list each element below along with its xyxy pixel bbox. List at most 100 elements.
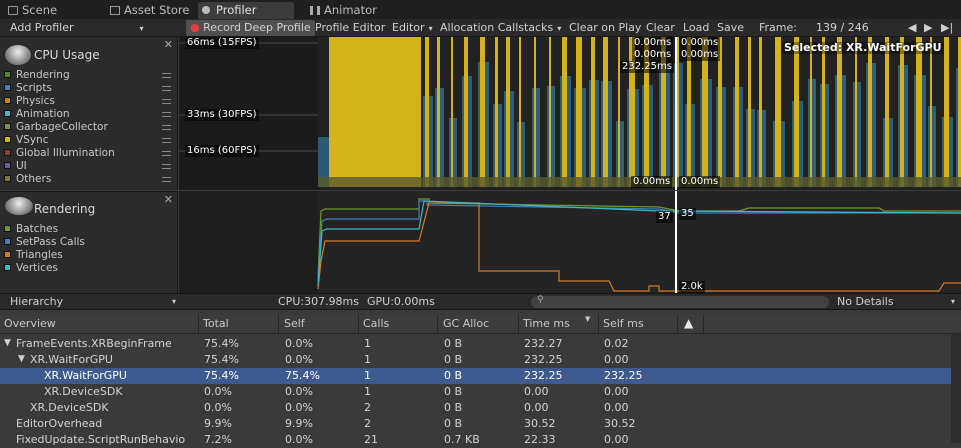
vertical-scrollbar[interactable] bbox=[951, 334, 961, 443]
cpu-gauge-icon bbox=[5, 45, 31, 65]
drag-handle-icon[interactable] bbox=[162, 164, 171, 169]
legend-item[interactable]: Vertices bbox=[4, 262, 58, 275]
search-input[interactable]: ⚲ bbox=[531, 295, 829, 308]
legend-swatch[interactable] bbox=[4, 175, 11, 182]
expand-arrow-icon[interactable]: ▼ bbox=[4, 338, 11, 348]
legend-swatch[interactable] bbox=[4, 149, 11, 156]
legend-item[interactable]: Others bbox=[4, 173, 51, 186]
table-row[interactable]: EditorOverhead 9.9% 9.9% 2 0 B 30.52 30.52 bbox=[0, 416, 951, 432]
details-dropdown[interactable]: No Details ▾ bbox=[833, 294, 961, 310]
close-icon[interactable]: ✕ bbox=[164, 193, 173, 206]
close-icon[interactable]: ✕ bbox=[164, 38, 173, 51]
editor-dropdown[interactable]: Editor ▾ bbox=[388, 20, 437, 36]
legend-item[interactable]: Rendering bbox=[4, 69, 70, 82]
table-row[interactable]: XR.WaitForGPU 75.4% 75.4% 1 0 B 232.25 232.25 bbox=[0, 368, 951, 384]
cpu-usage-graph[interactable]: 66ms (15FPS) 33ms (30FPS) 16ms (60FPS) 0… bbox=[179, 37, 961, 190]
legend-swatch[interactable] bbox=[4, 84, 11, 91]
view-mode-dropdown[interactable]: Hierarchy ▾ bbox=[6, 294, 178, 310]
legend-item[interactable]: Batches bbox=[4, 223, 58, 236]
tab-profiler[interactable]: Profiler bbox=[198, 2, 294, 19]
row-gc-cell: 0 B bbox=[444, 353, 463, 366]
drag-handle-icon[interactable] bbox=[162, 73, 171, 78]
tab-scene[interactable]: Scene bbox=[4, 2, 63, 19]
add-profiler-label: Add Profiler bbox=[10, 21, 74, 34]
clear-on-play-button[interactable]: Clear on Play bbox=[565, 20, 645, 36]
drag-handle-icon[interactable] bbox=[162, 86, 171, 91]
add-profiler-dropdown[interactable]: Add Profiler ▾ bbox=[6, 20, 148, 36]
column-time-ms[interactable]: Time ms bbox=[523, 317, 570, 332]
load-button[interactable]: Load bbox=[679, 20, 713, 36]
current-frame-button[interactable]: ▶| bbox=[937, 20, 957, 36]
column-self-ms[interactable]: Self ms bbox=[603, 317, 644, 332]
column-divider[interactable] bbox=[437, 315, 438, 334]
legend-swatch[interactable] bbox=[4, 238, 11, 245]
column-total[interactable]: Total bbox=[203, 317, 229, 332]
profile-editor-button[interactable]: Profile Editor bbox=[311, 20, 389, 36]
drag-handle-icon[interactable] bbox=[162, 177, 171, 182]
legend-swatch[interactable] bbox=[4, 136, 11, 143]
legend-item[interactable]: UI bbox=[4, 160, 27, 173]
column-overview[interactable]: Overview bbox=[4, 317, 56, 332]
column-gc-alloc[interactable]: GC Alloc bbox=[443, 317, 489, 332]
view-mode-label: Hierarchy bbox=[10, 295, 64, 308]
row-selfms-cell: 232.25 bbox=[604, 369, 643, 382]
cpu-usage-panel[interactable]: ✕ CPU Usage Rendering Scripts Physics Anima… bbox=[0, 37, 178, 190]
table-row[interactable]: XR.DeviceSDK 0.0% 0.0% 1 0 B 0.00 0.00 bbox=[0, 384, 951, 400]
column-divider[interactable] bbox=[518, 315, 519, 334]
warning-column-icon[interactable]: ▲ bbox=[684, 316, 693, 331]
table-row[interactable]: XR.DeviceSDK 0.0% 0.0% 2 0 B 0.00 0.00 bbox=[0, 400, 951, 416]
allocation-callstacks-dropdown[interactable]: Allocation Callstacks ▾ bbox=[436, 20, 565, 36]
prev-frame-button[interactable]: ◀ bbox=[904, 20, 920, 36]
legend-swatch[interactable] bbox=[4, 162, 11, 169]
drag-handle-icon[interactable] bbox=[162, 125, 171, 130]
rendering-graph[interactable]: 37 35 2.0k bbox=[179, 191, 961, 293]
deep-profile-button[interactable]: Deep Profile bbox=[240, 20, 315, 36]
legend-label: Triangles bbox=[16, 249, 63, 261]
column-divider[interactable] bbox=[358, 315, 359, 334]
legend-swatch[interactable] bbox=[4, 123, 11, 130]
legend-swatch[interactable] bbox=[4, 264, 11, 271]
legend-swatch[interactable] bbox=[4, 251, 11, 258]
rendering-panel[interactable]: ✕ Rendering Batches SetPass Calls Triangle… bbox=[0, 191, 178, 293]
row-total-cell: 0.0% bbox=[204, 401, 232, 414]
legend-item[interactable]: VSync bbox=[4, 134, 49, 147]
column-divider[interactable] bbox=[703, 315, 704, 334]
record-button[interactable]: ● Record bbox=[186, 20, 246, 36]
legend-item[interactable]: Physics bbox=[4, 95, 55, 108]
expand-arrow-icon[interactable]: ▼ bbox=[18, 354, 25, 364]
cpu-time: CPU:307.98ms bbox=[278, 295, 360, 308]
store-icon bbox=[110, 6, 120, 15]
profiler-toolbar: Add Profiler ▾ ● Record Deep Profile Prof… bbox=[0, 19, 961, 37]
column-self[interactable]: Self bbox=[284, 317, 305, 332]
table-row[interactable]: ▼ FrameEvents.XRBeginFrame 75.4% 0.0% 1 0 B 23… bbox=[0, 336, 951, 352]
next-frame-button[interactable]: ▶ bbox=[920, 20, 936, 36]
drag-handle-icon[interactable] bbox=[162, 112, 171, 117]
arrow-left-icon: ◀ bbox=[908, 21, 917, 34]
save-button[interactable]: Save bbox=[713, 20, 748, 36]
legend-item[interactable]: GarbageCollector bbox=[4, 121, 108, 134]
legend-item[interactable]: SetPass Calls bbox=[4, 236, 85, 249]
legend-swatch[interactable] bbox=[4, 71, 11, 78]
legend-item[interactable]: Triangles bbox=[4, 249, 63, 262]
tab-asset-store[interactable]: Asset Store bbox=[106, 2, 196, 19]
clear-button[interactable]: Clear bbox=[642, 20, 679, 36]
column-divider[interactable] bbox=[278, 315, 279, 334]
legend-item[interactable]: Animation bbox=[4, 108, 70, 121]
vsync-bar bbox=[506, 37, 510, 187]
legend-item[interactable]: Global Illumination bbox=[4, 147, 115, 160]
drag-handle-icon[interactable] bbox=[162, 151, 171, 156]
row-name: XR.DeviceSDK bbox=[44, 385, 123, 398]
table-row[interactable]: ▼ XR.WaitForGPU 75.4% 0.0% 1 0 B 232.25 0.00 bbox=[0, 352, 951, 368]
drag-handle-icon[interactable] bbox=[162, 99, 171, 104]
column-divider[interactable] bbox=[677, 315, 678, 334]
legend-item[interactable]: Scripts bbox=[4, 82, 52, 95]
column-calls[interactable]: Calls bbox=[363, 317, 389, 332]
legend-swatch[interactable] bbox=[4, 110, 11, 117]
drag-handle-icon[interactable] bbox=[162, 138, 171, 143]
table-row[interactable]: FixedUpdate.ScriptRunBehavio 7.2% 0.0% 21 0.… bbox=[0, 432, 951, 448]
column-divider[interactable] bbox=[598, 315, 599, 334]
legend-swatch[interactable] bbox=[4, 97, 11, 104]
column-divider[interactable] bbox=[198, 315, 199, 334]
legend-swatch[interactable] bbox=[4, 225, 11, 232]
tab-animator[interactable]: Animator bbox=[306, 2, 383, 19]
